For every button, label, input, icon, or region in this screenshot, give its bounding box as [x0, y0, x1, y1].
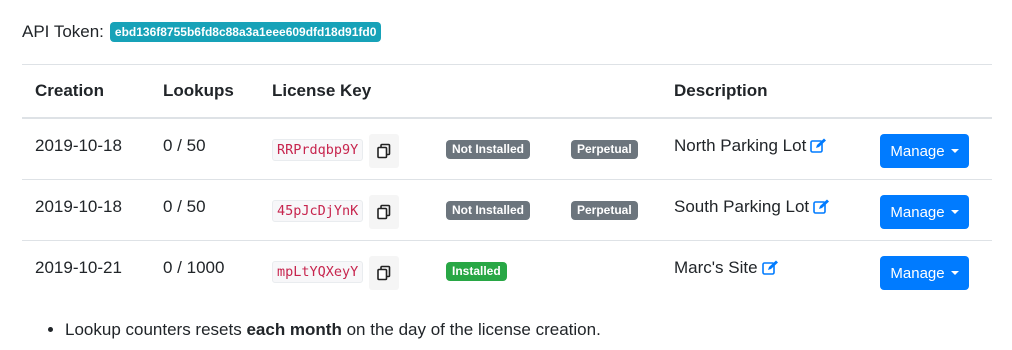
creation-date: 2019-10-18 — [35, 136, 122, 155]
note-emphasis: each month — [246, 320, 342, 339]
description-text: Marc's Site — [674, 258, 758, 277]
api-token-label: API Token: — [22, 22, 104, 41]
license-key: RRPrdqbp9Y — [272, 139, 364, 161]
edit-icon[interactable] — [761, 260, 779, 280]
api-token-row: API Token: ebd136f8755b6fd8c88a3a1eee609… — [22, 22, 382, 42]
status-badge: Not Installed — [446, 201, 531, 220]
manage-button-label: Manage — [890, 264, 945, 282]
header-description: Description — [674, 81, 768, 100]
lookups-count: 0 / 1000 — [163, 258, 225, 277]
manage-button[interactable]: Manage — [880, 134, 969, 168]
action-cell: Manage — [880, 119, 969, 179]
status-cell: Not Installed — [446, 119, 531, 179]
action-cell: Manage — [880, 180, 969, 240]
license-key-cell: RRPrdqbp9Y — [272, 119, 400, 179]
table-row: 2019-10-18 0 / 50 RRPrdqbp9Y Not Install… — [22, 119, 992, 180]
description-cell: Marc's Site — [674, 241, 779, 302]
action-cell: Manage — [880, 241, 969, 302]
licenses-table: Creation Lookups License Key Description… — [22, 64, 992, 302]
lookups-count: 0 / 50 — [163, 136, 206, 155]
header-license-key: License Key — [272, 81, 372, 100]
description-text: North Parking Lot — [674, 136, 807, 155]
manage-button-label: Manage — [890, 203, 945, 221]
creation-date: 2019-10-18 — [35, 197, 122, 216]
list-item: Lookup counters resets each month on the… — [65, 318, 601, 342]
table-row: 2019-10-18 0 / 50 45pJcDjYnK Not Install… — [22, 180, 992, 241]
manage-button[interactable]: Manage — [880, 195, 969, 229]
caret-down-icon — [950, 210, 959, 214]
description-cell: South Parking Lot — [674, 180, 830, 240]
edit-icon[interactable] — [810, 138, 827, 158]
license-key-cell: mpLtYQXeyY — [272, 241, 400, 302]
header-lookups: Lookups — [163, 81, 234, 100]
caret-down-icon — [950, 149, 959, 153]
type-cell: Perpetual — [571, 119, 638, 179]
license-key-cell: 45pJcDjYnK — [272, 180, 400, 240]
license-key: 45pJcDjYnK — [272, 200, 364, 222]
copy-icon[interactable] — [369, 195, 400, 229]
license-key: mpLtYQXeyY — [272, 261, 364, 283]
type-badge: Perpetual — [571, 140, 638, 159]
api-token-badge: ebd136f8755b6fd8c88a3a1eee609dfd18d91fd0 — [109, 22, 382, 42]
manage-button[interactable]: Manage — [880, 256, 969, 290]
status-badge: Installed — [446, 262, 507, 281]
copy-icon[interactable] — [369, 256, 400, 290]
type-badge: Perpetual — [571, 201, 638, 220]
notes-list: Lookup counters resets each month on the… — [45, 318, 601, 342]
manage-button-label: Manage — [890, 142, 945, 160]
edit-icon[interactable] — [813, 199, 830, 219]
lookups-count: 0 / 50 — [163, 197, 206, 216]
note-text: Lookup counters resets — [65, 320, 247, 339]
creation-date: 2019-10-21 — [35, 258, 122, 277]
description-cell: North Parking Lot — [674, 119, 827, 179]
header-creation: Creation — [35, 81, 104, 100]
table-row: 2019-10-21 0 / 1000 mpLtYQXeyY Installed… — [22, 241, 992, 302]
status-cell: Not Installed — [446, 180, 531, 240]
table-header-row: Creation Lookups License Key Description — [22, 65, 992, 119]
license-page: API Token: ebd136f8755b6fd8c88a3a1eee609… — [0, 0, 1012, 350]
description-text: South Parking Lot — [674, 197, 810, 216]
copy-icon[interactable] — [369, 134, 400, 168]
status-badge: Not Installed — [446, 140, 531, 159]
note-text: on the day of the license creation. — [341, 320, 601, 339]
caret-down-icon — [950, 271, 959, 275]
status-cell: Installed — [446, 241, 507, 302]
type-cell: Perpetual — [571, 180, 638, 240]
